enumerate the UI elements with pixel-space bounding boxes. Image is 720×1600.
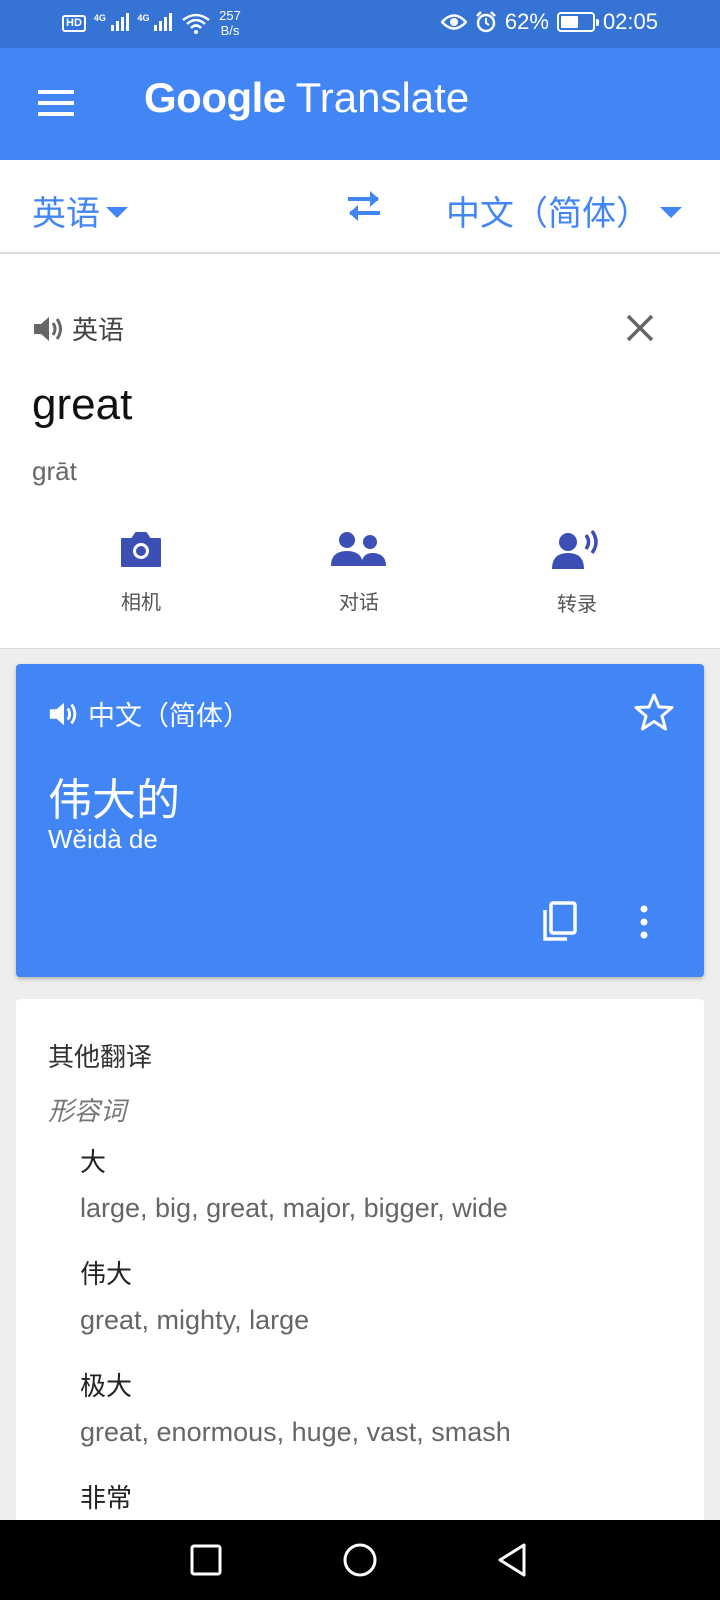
transcribe-icon [552,530,598,569]
copy-icon[interactable] [540,900,580,944]
translation-word: 极大 [80,1371,133,1401]
status-right: 62% 02:05 [440,9,658,35]
network-type-1: 4G [93,12,106,23]
input-card: 英语 great grāt 相机 对话 转录 [0,254,720,649]
back-icon[interactable] [492,1540,532,1580]
app-brand: Google [144,74,286,121]
list-item[interactable]: 极大 great, enormous, huge, vast, smash [80,1366,511,1448]
source-language-label: 英语 [32,195,100,233]
battery-percent: 62% [504,9,549,34]
status-left: HD 4G 4G 257 B/s [62,8,241,38]
speaker-icon[interactable] [48,699,80,729]
source-language-row: 英语 [32,310,124,347]
network-type-2: 4G [137,12,150,23]
target-language-label: 中文（简体） [446,195,650,233]
conversation-button[interactable]: 对话 [299,530,419,615]
signal-icon-2: 4G [137,12,174,34]
camera-icon [121,532,161,567]
translation-word: 伟大 [80,1259,133,1289]
app-product: Translate [295,74,470,121]
recents-icon[interactable] [186,1540,226,1580]
translation-synonyms: great, mighty, large [80,1305,310,1335]
wifi-icon [182,13,210,34]
translation-word: 大 [80,1147,107,1177]
transcribe-label: 转录 [557,594,597,616]
translation-synonyms: great, enormous, huge, vast, smash [80,1417,511,1447]
source-language-name: 英语 [72,315,125,345]
close-icon[interactable] [620,308,660,348]
app-bar: Google Translate [0,48,720,160]
translation-result-card: 中文（简体） 伟大的 Wěidà de [16,664,704,977]
translation-synonyms: large, big, great, major, bigger, wide [80,1193,508,1223]
menu-icon[interactable] [38,90,74,116]
system-nav-bar [0,1520,720,1600]
battery-icon [556,12,599,32]
more-vert-icon[interactable] [632,904,656,940]
swap-languages-icon[interactable] [344,188,384,224]
source-language-selector[interactable]: 英语 [32,186,128,235]
list-item[interactable]: 伟大 great, mighty, large [80,1254,309,1336]
list-item[interactable]: 大 large, big, great, major, bigger, wide [80,1142,508,1224]
target-language-name: 中文（简体） [88,701,250,731]
home-icon[interactable] [340,1540,380,1580]
speed-unit: B/s [220,23,240,38]
source-transliteration: grāt [32,456,77,486]
chevron-down-icon [660,207,682,218]
star-icon[interactable] [634,692,674,732]
battery-fill [560,16,579,28]
list-item[interactable]: 非常 [80,1478,132,1515]
part-of-speech: 形容词 [48,1096,127,1126]
alarm-icon [476,11,496,33]
language-bar: 英语 中文（简体） [0,160,720,254]
translation-word: 非常 [80,1483,133,1513]
clock: 02:05 [602,9,658,34]
translated-text: 伟大的 [48,776,180,825]
other-translations-card: 其他翻译 形容词 大 large, big, great, major, big… [16,999,704,1559]
speed-value: 257 [219,8,241,23]
conversation-icon [331,532,386,566]
camera-button[interactable]: 相机 [81,530,201,615]
speaker-icon[interactable] [32,314,66,344]
hd-badge: HD [62,14,86,32]
signal-icon [154,12,173,31]
source-text[interactable]: great [32,380,132,430]
eye-icon [440,14,467,30]
target-language-selector[interactable]: 中文（简体） [446,186,682,235]
target-language-row: 中文（简体） [48,694,250,733]
other-translations-title: 其他翻译 [48,1042,153,1072]
signal-icon-1: 4G [93,12,130,34]
signal-icon [110,12,129,31]
conversation-label: 对话 [339,592,379,614]
transcribe-button[interactable]: 转录 [517,530,637,617]
translated-transliteration: Wěidà de [48,824,158,854]
status-bar: HD 4G 4G 257 B/s 62% 02:05 [0,0,720,48]
camera-label: 相机 [121,592,161,614]
network-speed: 257 B/s [219,8,241,38]
app-title: Google Translate [144,74,469,122]
chevron-down-icon [106,207,128,218]
